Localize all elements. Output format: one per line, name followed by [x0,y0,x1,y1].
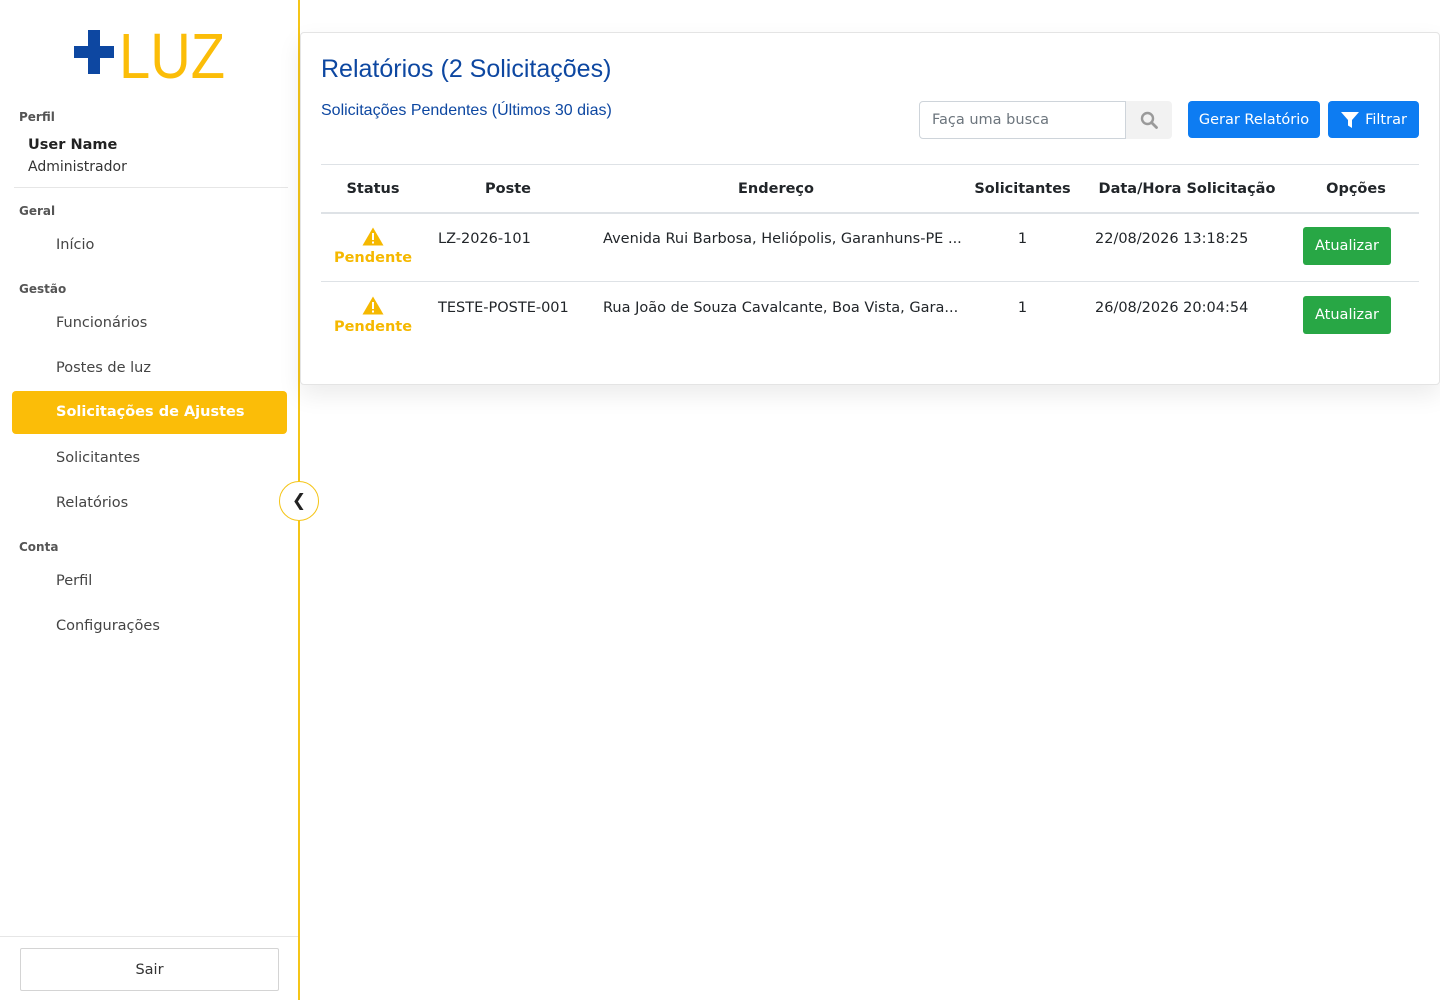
search-input[interactable] [919,101,1126,139]
table-row: Pendente TESTE-POSTE-001 Rua João de Sou… [321,283,1419,351]
filter-button-label: Filtrar [1365,111,1407,128]
section-title-conta: Conta [19,540,59,554]
column-header-opcoes: Opções [1326,181,1386,197]
status-cell: Pendente [321,283,425,351]
column-header-status[interactable]: Status [321,165,425,213]
user-role: Administrador [28,159,127,175]
divider [14,187,288,188]
table-header: Status Poste Endereço Solicitantes Data/… [321,164,1419,214]
poste-cell: TESTE-POSTE-001 [438,300,569,316]
sidebar-item-inicio[interactable]: Início [12,224,287,267]
endereco-cell: Avenida Rui Barbosa, Heliópolis, Garanhu… [603,231,962,247]
warning-icon [362,227,384,246]
datahora-cell: 22/08/2026 13:18:25 [1095,231,1249,247]
update-button[interactable]: Atualizar [1303,296,1391,334]
page-subtitle: Solicitações Pendentes (Últimos 30 dias) [321,102,612,119]
user-name: User Name [28,137,118,153]
reports-card: Relatórios (2 Solicitações) Solicitações… [300,32,1440,385]
chevron-left-icon: ❮ [291,491,307,511]
sidebar-item-solicitacoes[interactable]: Solicitações de Ajustes [12,391,287,434]
section-title-geral: Geral [19,204,56,218]
status-badge: Pendente [333,250,413,266]
brand-logo[interactable]: LUZ [72,26,232,84]
datahora-cell: 26/08/2026 20:04:54 [1095,300,1249,316]
logout-button[interactable]: Sair [20,948,279,991]
status-cell: Pendente [321,214,425,282]
column-header-poste[interactable]: Poste [448,165,568,213]
sidebar-item-solicitantes[interactable]: Solicitantes [12,437,287,480]
table-row: Pendente LZ-2026-101 Avenida Rui Barbosa… [321,214,1419,282]
solicitantes-cell: 1 [1017,231,1028,247]
sidebar-item-configuracoes[interactable]: Configurações [12,605,287,648]
logout-area: Sair [0,936,298,1000]
warning-icon [362,296,384,315]
sidebar-item-perfil[interactable]: Perfil [12,560,287,603]
sidebar-item-postes[interactable]: Postes de luz [12,347,287,390]
sidebar-item-relatorios[interactable]: Relatórios [12,482,287,525]
status-badge: Pendente [333,319,413,335]
column-header-datahora[interactable]: Data/Hora Solicitação [1087,165,1287,213]
section-title-perfil: Perfil [19,110,55,124]
sidebar-collapse-button[interactable]: ❮ [279,481,319,521]
column-header-endereco[interactable]: Endereço [581,165,971,213]
column-header-solicitantes[interactable]: Solicitantes [971,165,1074,213]
svg-text:LUZ: LUZ [119,26,225,84]
solicitantes-cell: 1 [1017,300,1028,316]
sidebar-item-funcionarios[interactable]: Funcionários [12,302,287,345]
endereco-cell: Rua João de Souza Cavalcante, Boa Vista,… [603,300,959,316]
search-button[interactable] [1126,101,1172,139]
generate-report-button[interactable]: Gerar Relatório [1188,101,1320,138]
update-button[interactable]: Atualizar [1303,227,1391,265]
filter-button[interactable]: Filtrar [1328,101,1419,138]
poste-cell: LZ-2026-101 [438,231,531,247]
search-icon [1140,111,1158,129]
filter-icon [1341,111,1360,128]
sidebar: LUZ Perfil User Name Administrador Geral… [0,0,300,1000]
section-title-gestao: Gestão [19,282,67,296]
page-title: Relatórios (2 Solicitações) [321,55,612,83]
